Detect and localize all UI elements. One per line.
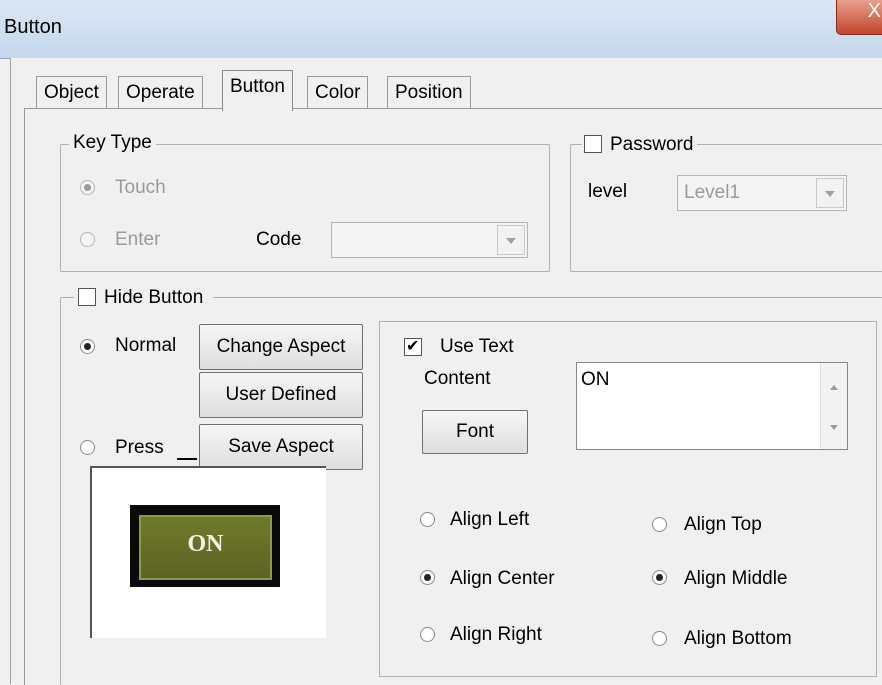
save-aspect-label: Save Aspect [228, 436, 334, 457]
close-icon: X [867, 0, 881, 22]
enter-radio[interactable] [80, 232, 95, 247]
align-bottom-radio[interactable] [652, 631, 667, 646]
tab-object-label: Object [44, 82, 99, 103]
content-textarea[interactable]: ON [576, 362, 848, 450]
scroll-down-icon[interactable] [830, 425, 838, 430]
font-button-label: Font [455, 421, 495, 442]
chevron-down-icon[interactable] [816, 178, 844, 208]
tab-object[interactable]: Object [36, 76, 107, 109]
tab-button-label: Button [230, 76, 285, 97]
tab-color-label: Color [315, 82, 361, 103]
align-top-label: Align Top [684, 514, 762, 535]
enter-label: Enter [115, 229, 161, 250]
hide-button-legend: Hide Button [74, 285, 214, 309]
tab-position[interactable]: Position [387, 76, 471, 109]
change-aspect-button[interactable]: Change Aspect [199, 324, 363, 370]
normal-radio[interactable] [80, 339, 95, 354]
password-checkbox[interactable] [584, 135, 602, 153]
press-radio[interactable] [80, 440, 95, 455]
normal-label: Normal [115, 335, 177, 356]
touch-radio[interactable] [80, 180, 95, 195]
code-label: Code [256, 229, 302, 250]
align-center-radio[interactable] [420, 570, 435, 585]
align-bottom-label: Align Bottom [684, 628, 792, 649]
preview-button-text: ON [187, 531, 224, 557]
tab-operate-label: Operate [126, 82, 195, 103]
press-label: Press [115, 437, 164, 458]
tab-button[interactable]: Button [222, 70, 293, 111]
align-left-label: Align Left [450, 509, 530, 530]
change-aspect-label: Change Aspect [216, 336, 346, 357]
use-text-label: Use Text [440, 336, 514, 357]
chevron-down-icon[interactable] [497, 225, 525, 255]
code-select[interactable] [331, 222, 528, 258]
close-button[interactable]: X [836, 0, 882, 35]
title-bar: Button X [0, 0, 882, 59]
touch-label: Touch [115, 177, 166, 198]
hide-button-checkbox[interactable] [78, 288, 96, 306]
level-label: level [588, 181, 628, 202]
preview-button: ON [130, 505, 280, 587]
level-select[interactable]: Level1 [677, 175, 847, 211]
password-legend: Password [582, 132, 698, 156]
use-text-checkbox[interactable] [404, 336, 422, 356]
align-middle-label: Align Middle [684, 568, 788, 589]
content-scrollbar[interactable] [820, 363, 847, 449]
user-defined-button[interactable]: User Defined [199, 372, 363, 418]
align-center-label: Align Center [450, 568, 555, 589]
scroll-up-icon[interactable] [830, 385, 838, 390]
window-title: Button [4, 16, 62, 38]
save-aspect-button[interactable]: Save Aspect [199, 424, 363, 470]
tab-color[interactable]: Color [307, 76, 369, 109]
password-label: Password [610, 134, 694, 155]
key-type-legend: Key Type [69, 132, 156, 154]
font-button[interactable]: Font [422, 410, 528, 454]
content-text: ON [581, 369, 610, 390]
align-right-radio[interactable] [420, 627, 435, 642]
align-middle-radio[interactable] [652, 570, 667, 585]
content-label: Content [424, 368, 491, 389]
align-right-label: Align Right [450, 624, 542, 645]
align-top-radio[interactable] [652, 517, 667, 532]
hide-button-label: Hide Button [104, 287, 204, 308]
align-left-radio[interactable] [420, 512, 435, 527]
tab-position-label: Position [395, 82, 463, 103]
tab-operate[interactable]: Operate [118, 76, 203, 109]
level-select-value: Level1 [684, 182, 740, 203]
press-indicator [177, 458, 197, 460]
preview-button-face: ON [139, 515, 272, 580]
user-defined-label: User Defined [225, 384, 337, 405]
